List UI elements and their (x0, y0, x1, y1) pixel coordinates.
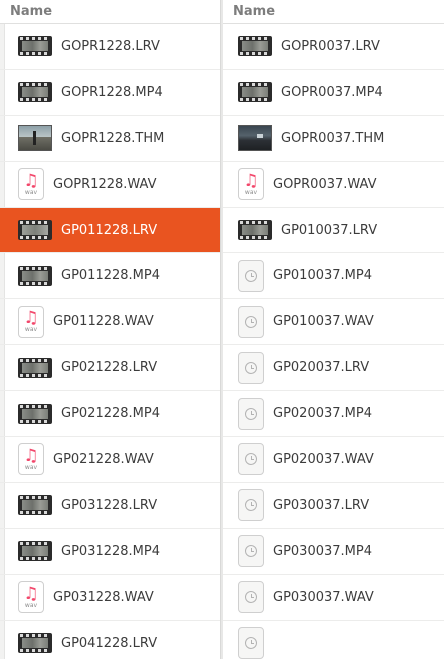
audio-icon-label: wav (24, 463, 38, 471)
file-name: GOPR0037.WAV (273, 176, 377, 192)
video-file-icon (18, 220, 52, 240)
file-row[interactable]: GP020037.MP4 (223, 391, 444, 438)
pending-clock-icon (238, 489, 264, 522)
file-row[interactable]: ♫ wav GP021228.WAV (0, 437, 220, 483)
file-name: GP030037.MP4 (273, 543, 372, 559)
file-row[interactable]: GP010037.WAV (223, 299, 444, 346)
file-name: GOPR0037.THM (281, 130, 385, 146)
file-list: GOPR0037.LRV GOPR0037.MP4 GOPR0037.THM ♫… (223, 24, 444, 659)
file-row[interactable]: GP011228.MP4 (0, 253, 220, 300)
video-file-icon (18, 495, 52, 516)
video-file-icon (18, 265, 52, 286)
file-name: GOPR1228.WAV (53, 176, 157, 192)
file-row[interactable]: GOPR1228.THM (0, 116, 220, 162)
name-column-header[interactable]: Name (0, 0, 220, 24)
file-name: GOPR0037.LRV (281, 38, 380, 54)
file-row[interactable]: GOPR1228.LRV (0, 24, 220, 70)
file-name: GP031228.WAV (53, 589, 154, 605)
file-name: GP031228.MP4 (61, 543, 160, 559)
name-column-header[interactable]: Name (223, 0, 444, 24)
audio-file-icon: ♫ wav (238, 168, 264, 201)
audio-file-icon: ♫ wav (18, 305, 44, 338)
file-name: GP041228.LRV (61, 635, 158, 651)
pending-clock-icon (238, 259, 264, 292)
audio-icon-label: wav (24, 601, 38, 609)
file-row[interactable]: ♫ wav GOPR0037.WAV (223, 162, 444, 208)
image-thumbnail-icon (238, 125, 272, 152)
file-name: GP020037.WAV (273, 451, 374, 467)
file-row[interactable]: GP021228.MP4 (0, 391, 220, 438)
file-row[interactable]: GP030037.WAV (223, 575, 444, 621)
video-file-icon (18, 36, 52, 57)
file-row[interactable]: GP021228.LRV (0, 345, 220, 392)
file-row-selected[interactable]: GP011228.LRV (0, 207, 220, 254)
pending-clock-icon (238, 535, 264, 568)
video-file-icon (18, 82, 52, 103)
file-row[interactable]: ♫ wav GOPR1228.WAV (0, 162, 220, 208)
file-name: GOPR1228.MP4 (61, 84, 163, 100)
pending-clock-icon (238, 351, 264, 384)
video-file-icon (18, 541, 52, 562)
file-name: GP031228.LRV (61, 497, 158, 513)
file-name: GP021228.LRV (61, 360, 158, 376)
file-name: GP030037.WAV (273, 589, 374, 605)
file-name: GP021228.WAV (53, 451, 154, 467)
file-row[interactable]: GP030037.LRV (223, 483, 444, 529)
file-row[interactable]: GOPR0037.MP4 (223, 70, 444, 116)
left-file-pane: Name GOPR1228.LRV GOPR1228.MP4 GOPR1228.… (0, 0, 220, 659)
pending-clock-icon (238, 627, 264, 659)
file-row[interactable]: GP031228.LRV (0, 483, 220, 529)
pending-clock-icon (238, 305, 264, 338)
file-name: GP010037.MP4 (273, 268, 372, 284)
file-row[interactable]: ♫ wav GP031228.WAV (0, 575, 220, 621)
file-row[interactable]: GP020037.WAV (223, 437, 444, 483)
pending-clock-icon (238, 443, 264, 476)
file-name: GP021228.MP4 (61, 406, 160, 422)
audio-file-icon: ♫ wav (18, 168, 44, 201)
file-row[interactable]: GP020037.LRV (223, 345, 444, 392)
video-file-icon (18, 357, 52, 378)
file-name: GOPR0037.MP4 (281, 84, 383, 100)
video-file-icon (18, 633, 52, 654)
audio-icon-label: wav (244, 188, 258, 196)
file-row[interactable]: GP010037.MP4 (223, 253, 444, 300)
audio-file-icon: ♫ wav (18, 443, 44, 476)
video-file-icon (238, 220, 272, 240)
file-name: GOPR1228.LRV (61, 38, 160, 54)
image-thumbnail-icon (18, 125, 52, 152)
file-name: GOPR1228.THM (61, 130, 165, 146)
file-name: GP020037.MP4 (273, 406, 372, 422)
file-name: GP010037.LRV (281, 222, 378, 238)
file-row[interactable]: GP031228.MP4 (0, 529, 220, 575)
pending-clock-icon (238, 397, 264, 430)
file-name: GP011228.WAV (53, 314, 154, 330)
file-row[interactable]: ♫ wav GP011228.WAV (0, 299, 220, 346)
right-file-pane: Name GOPR0037.LRV GOPR0037.MP4 GOPR0037.… (223, 0, 444, 659)
audio-icon-label: wav (24, 188, 38, 196)
file-row[interactable]: GP041228.LRV (0, 621, 220, 659)
file-list: GOPR1228.LRV GOPR1228.MP4 GOPR1228.THM ♫… (0, 24, 220, 659)
file-name: GP020037.LRV (273, 360, 370, 376)
file-name: GP030037.LRV (273, 497, 370, 513)
file-name: GP011228.MP4 (61, 268, 160, 284)
pending-clock-icon (238, 581, 264, 614)
file-row[interactable]: GOPR1228.MP4 (0, 70, 220, 116)
file-row[interactable] (223, 621, 444, 659)
file-name: GP011228.LRV (61, 222, 158, 238)
file-row[interactable]: GP030037.MP4 (223, 529, 444, 575)
audio-file-icon: ♫ wav (18, 581, 44, 614)
video-file-icon (238, 82, 272, 103)
file-name: GP010037.WAV (273, 314, 374, 330)
video-file-icon (238, 36, 272, 57)
video-file-icon (18, 403, 52, 424)
file-row[interactable]: GOPR0037.THM (223, 116, 444, 162)
file-row[interactable]: GOPR0037.LRV (223, 24, 444, 70)
audio-icon-label: wav (24, 326, 38, 334)
file-row[interactable]: GP010037.LRV (223, 208, 444, 254)
